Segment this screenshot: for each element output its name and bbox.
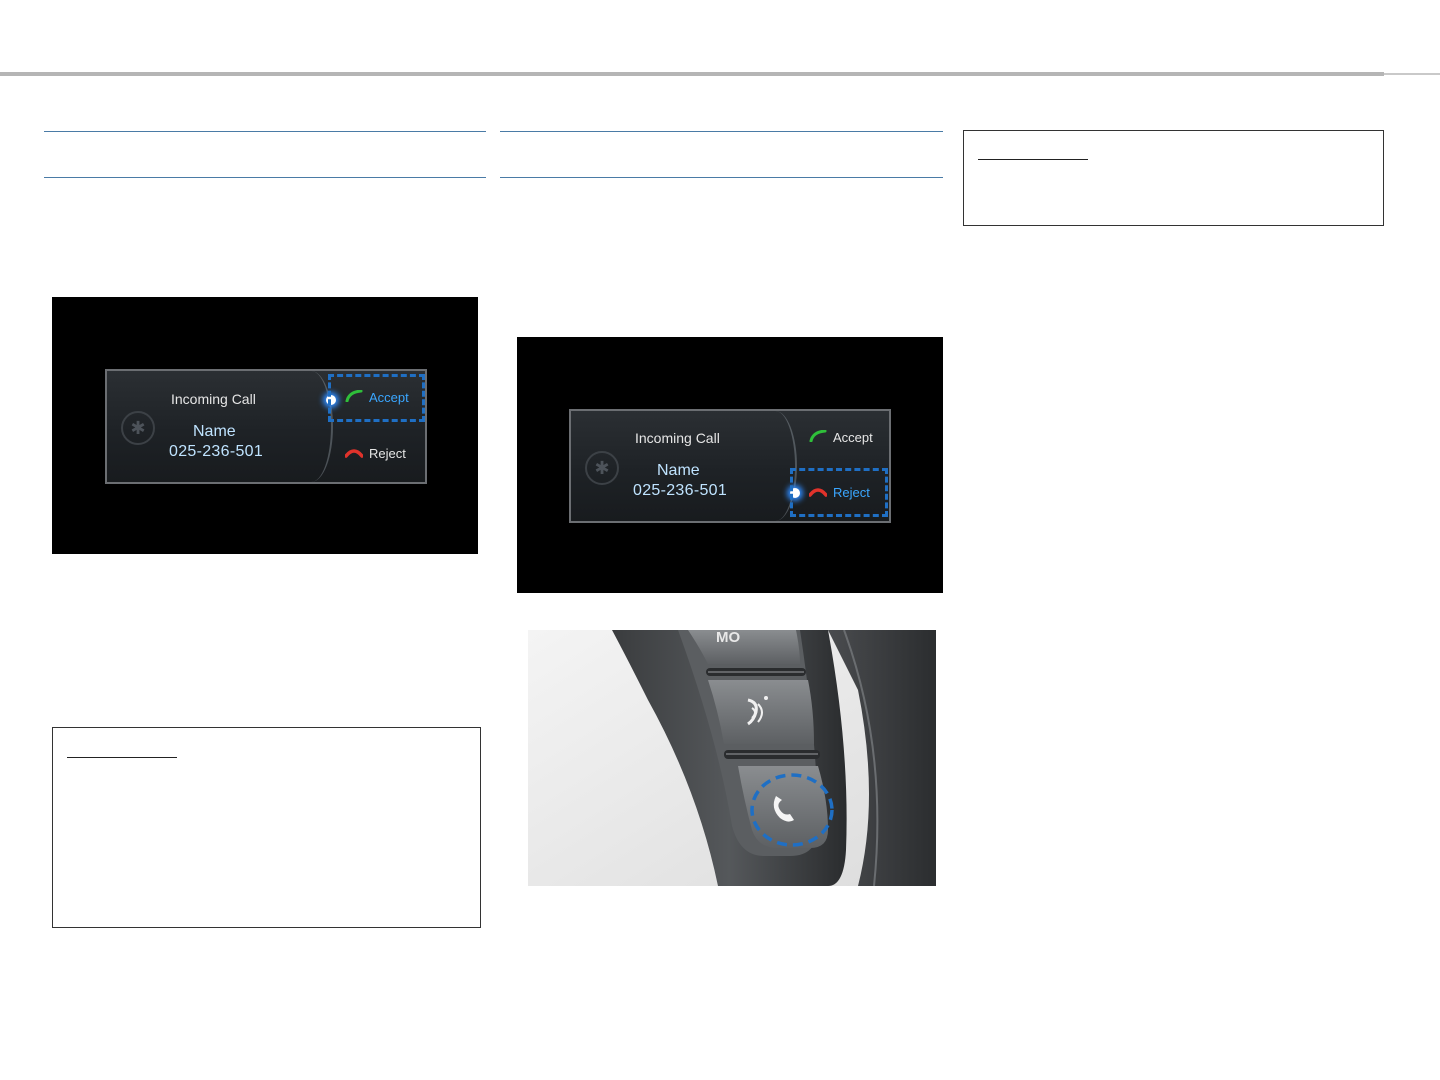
steering-wheel-illustration: MO	[528, 630, 936, 886]
reject-highlight-box	[790, 468, 888, 517]
col1-note-heading-underline	[67, 757, 177, 758]
caller-number: 025-236-501	[169, 443, 264, 460]
accept-highlight-box	[328, 374, 425, 422]
bluetooth-icon: ✱	[121, 411, 155, 445]
incoming-call-label: Incoming Call	[171, 391, 256, 407]
col1-heading-bottom-rule	[44, 177, 486, 178]
caller-name: Name	[193, 423, 236, 440]
reject-phone-icon	[344, 446, 364, 461]
accept-option[interactable]: Accept	[809, 429, 873, 445]
header-rule-end	[1384, 73, 1440, 75]
accept-label: Accept	[833, 430, 873, 445]
bluetooth-icon: ✱	[585, 451, 619, 485]
steering-wheel-controls-photo: MO	[528, 630, 936, 886]
caller-number: 025-236-501	[633, 482, 728, 499]
header-rule	[0, 72, 1384, 76]
col3-note-box	[963, 130, 1384, 226]
accept-phone-icon	[809, 429, 827, 445]
col3-note-heading-underline	[978, 159, 1088, 160]
incoming-call-screen-reject: ✱ Incoming Call Name 025-236-501 Accept …	[517, 337, 943, 593]
reject-label: Reject	[369, 446, 406, 461]
incoming-call-screen-accept: ✱ Incoming Call Name 025-236-501 Accept …	[52, 297, 478, 554]
reject-option[interactable]: Reject	[344, 446, 406, 461]
col2-heading-top-rule	[500, 131, 943, 132]
col2-heading-bottom-rule	[500, 177, 943, 178]
incoming-call-label: Incoming Call	[635, 430, 720, 446]
col1-heading-top-rule	[44, 131, 486, 132]
caller-name: Name	[657, 462, 700, 479]
mode-button-label: MO	[716, 630, 740, 646]
